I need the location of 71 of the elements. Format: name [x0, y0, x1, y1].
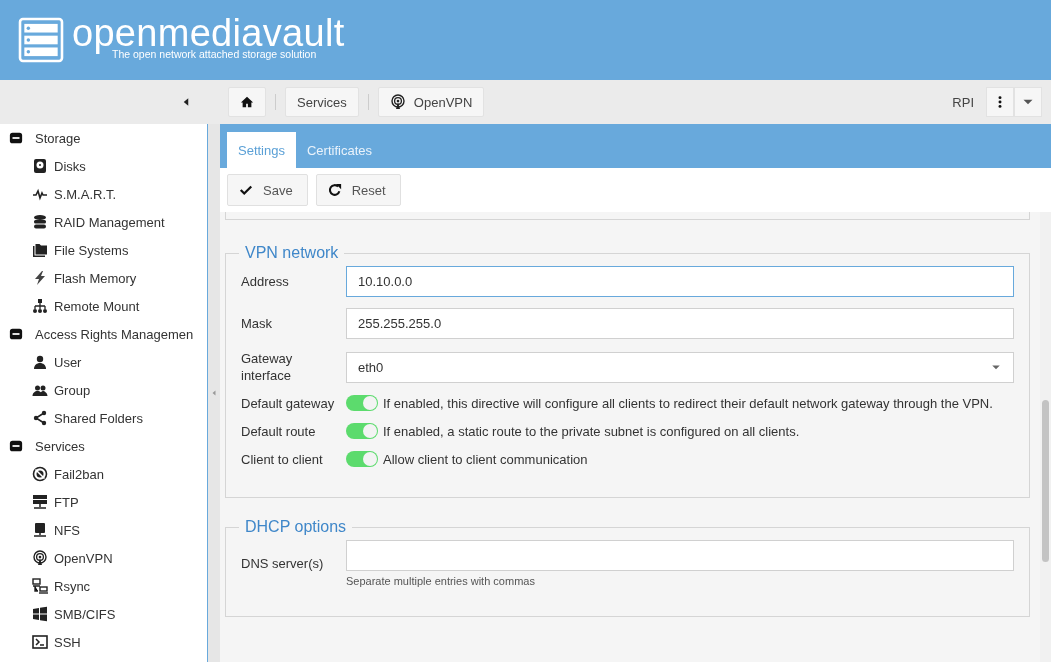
sidebar-item[interactable]: NFS: [0, 516, 207, 544]
scrollbar-thumb[interactable]: [1042, 400, 1049, 562]
field-label: Client to client: [241, 451, 324, 468]
sidebar-item[interactable]: Flash Memory: [0, 264, 207, 292]
share-icon: [32, 410, 48, 426]
text-field[interactable]: 10.10.0.0: [346, 266, 1014, 297]
collapse-icon: [9, 327, 23, 341]
windows-icon: [32, 606, 48, 622]
toggle-switch[interactable]: [346, 423, 378, 439]
select-field[interactable]: eth0: [346, 351, 1014, 383]
save-button[interactable]: Save: [227, 174, 308, 206]
field-label: Default gateway: [241, 395, 336, 412]
antenna-icon: [32, 550, 48, 566]
refresh-icon: [327, 183, 342, 197]
database-icon: [32, 214, 48, 230]
field-label: Default route: [241, 423, 317, 440]
user-icon: [32, 354, 48, 370]
breadcrumb-link[interactable]: OpenVPN: [377, 87, 485, 117]
sidebar-item[interactable]: Disks: [0, 152, 207, 180]
server-icon: [32, 494, 48, 510]
toggle-description: Allow client to client communication: [383, 451, 588, 468]
sidebar-item[interactable]: Remote Mount: [0, 292, 207, 320]
network-icon: [32, 298, 48, 314]
toggle-switch[interactable]: [346, 451, 378, 467]
home-button[interactable]: [228, 87, 266, 117]
home-icon: [240, 95, 254, 109]
field-label: Mask: [241, 315, 274, 332]
check-icon: [239, 183, 253, 197]
terminal-icon: [32, 634, 48, 650]
logo-icon: [18, 17, 64, 63]
field-hint: Separate multiple entries with commas: [346, 575, 536, 587]
sidebar-group[interactable]: Services: [0, 432, 207, 460]
field-label: DNS server(s): [241, 555, 325, 572]
sidebar-item[interactable]: S.M.A.R.T.: [0, 180, 207, 208]
folder-icon: [32, 242, 48, 258]
field-label: Gateway interface: [241, 350, 294, 384]
collapse-icon: [9, 439, 23, 453]
antenna-icon: [389, 94, 406, 110]
text-field[interactable]: 255.255.255.0: [346, 308, 1014, 339]
sidebar-item[interactable]: OpenVPN: [0, 544, 207, 572]
dropdown-button[interactable]: [1014, 87, 1042, 117]
sidebar-group[interactable]: Storage: [0, 124, 207, 152]
section-title: DHCP options: [244, 518, 348, 536]
section-title: VPN network: [244, 244, 340, 262]
field-label: Address: [241, 273, 290, 290]
ban-icon: [32, 466, 48, 482]
sidebar-item[interactable]: Rsync: [0, 572, 207, 600]
sidebar-group[interactable]: Access Rights Managemen: [0, 320, 207, 348]
sidebar-item[interactable]: SMB/CIFS: [0, 600, 207, 628]
computers-icon: [32, 578, 48, 594]
host-name: RPI: [952, 94, 974, 110]
toggle-description: If enabled, this directive will configure all clients to redirect their default network gateway through the VPN.: [383, 395, 993, 412]
desktop-icon: [32, 522, 48, 538]
reset-button[interactable]: Reset: [315, 174, 401, 206]
toggle-description: If enabled, a static route to the private subnet is configured on all clients.: [383, 423, 800, 440]
breadcrumb-link[interactable]: Services: [285, 87, 359, 117]
sidebar-item[interactable]: Fail2ban: [0, 460, 207, 488]
sidebar-item[interactable]: Shared Folders: [0, 404, 207, 432]
app-title: openmediavault: [72, 14, 345, 52]
text-field[interactable]: [346, 540, 1014, 571]
sidebar-item[interactable]: User: [0, 348, 207, 376]
sidebar-item[interactable]: SSH: [0, 628, 207, 656]
sidebar-item[interactable]: File Systems: [0, 236, 207, 264]
collapse-icon: [210, 388, 218, 398]
collapse-icon: [9, 131, 23, 145]
toggle-switch[interactable]: [346, 395, 378, 411]
more-button[interactable]: [986, 87, 1014, 117]
sidebar-item[interactable]: Group: [0, 376, 207, 404]
sidebar-item[interactable]: RAID Management: [0, 208, 207, 236]
bolt-icon: [32, 270, 48, 286]
sidebar-item[interactable]: FTP: [0, 488, 207, 516]
